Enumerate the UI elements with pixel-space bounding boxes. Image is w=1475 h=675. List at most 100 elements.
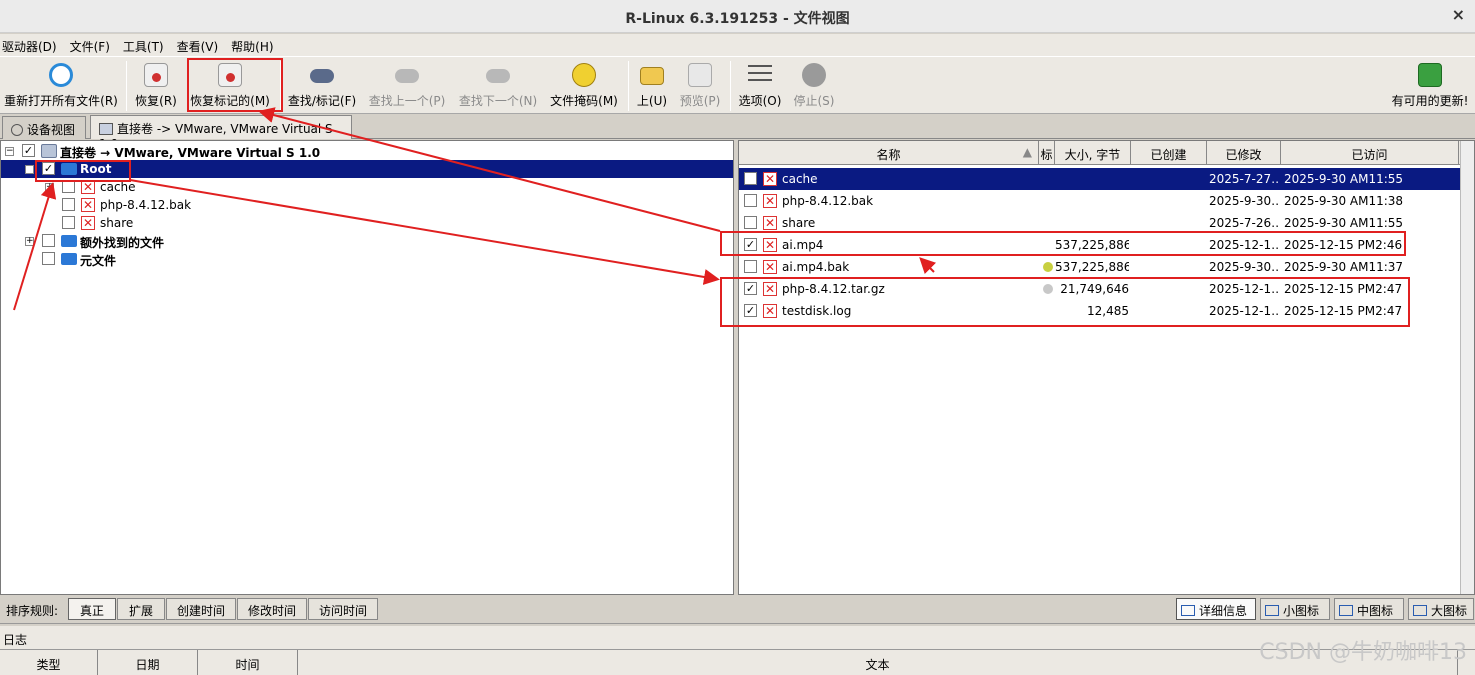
tree-item-volume[interactable]: − ✓ 直接卷 → VMware, VMware Virtual S 1.0 [1, 142, 733, 160]
folder-up-icon [640, 67, 664, 85]
sort-modified-button[interactable]: 修改时间 [237, 598, 307, 620]
share-checkbox[interactable] [62, 216, 75, 229]
meta-checkbox[interactable] [42, 252, 55, 265]
column-size[interactable]: 大小, 字节 [1055, 141, 1131, 165]
sort-ext-button[interactable]: 扩展 [117, 598, 165, 620]
folder-icon [61, 235, 77, 247]
stop-icon [802, 63, 826, 87]
tab-device-view[interactable]: 设备视图 [2, 116, 86, 139]
php-bak-label: php-8.4.12.bak [100, 198, 192, 212]
extra-label: 额外找到的文件 [80, 236, 165, 250]
preview-label: 预览(P) [679, 94, 721, 108]
app-window: R-Linux 6.3.191253 - 文件视图 × 驱动器(D) 文件(F)… [0, 0, 1475, 675]
medium-icons-icon [1339, 605, 1353, 616]
stop-button[interactable]: 停止(S) [790, 57, 838, 113]
file-row[interactable]: ✕ php-8.4.12.bak 2025-9-30… 2025-9-30 AM11:… [739, 190, 1460, 212]
file-name: cache [782, 172, 818, 186]
column-flag[interactable]: 标 [1039, 141, 1055, 165]
binoculars-next-icon [486, 69, 510, 83]
file-checkbox[interactable] [744, 216, 757, 229]
binoculars-icon [310, 69, 334, 83]
php-bak-checkbox[interactable] [62, 198, 75, 211]
find-mark-button[interactable]: 查找/标记(F) [286, 57, 358, 113]
file-name: php-8.4.12.bak [782, 194, 874, 208]
log-column-type[interactable]: 类型 [0, 650, 98, 675]
menu-file[interactable]: 文件(F) [68, 34, 112, 56]
column-name[interactable]: 名称 ▲ [739, 141, 1039, 165]
sort-bar: 排序规则: 真正 扩展 创建时间 修改时间 访问时间 详细信息 小图标 中图标 … [0, 596, 1475, 624]
recover-button[interactable]: 恢复(R) [132, 57, 180, 113]
file-mask-button[interactable]: 文件掩码(M) [548, 57, 620, 113]
file-checkbox[interactable] [744, 260, 757, 273]
sort-accessed-button[interactable]: 访问时间 [308, 598, 378, 620]
extra-checkbox[interactable] [42, 234, 55, 247]
up-button[interactable]: 上(U) [634, 57, 670, 113]
file-list-header: 名称 ▲ 标 大小, 字节 已创建 已修改 已访问 [739, 141, 1474, 165]
sliders-icon [748, 65, 772, 85]
tree-item-extra-found[interactable]: + 额外找到的文件 [1, 232, 733, 250]
file-row[interactable]: ✕ ai.mp4.bak 537,225,886 2025-9-30… 2025-9-3… [739, 256, 1460, 278]
find-next-label: 查找下一个(N) [458, 94, 538, 108]
details-view-icon [1181, 605, 1195, 616]
log-panel-title: 日志 [0, 626, 1475, 650]
recover-label: 恢复(R) [135, 94, 177, 108]
find-prev-button[interactable]: 查找上一个(P) [366, 57, 448, 113]
sort-real-button[interactable]: 真正 [68, 598, 116, 620]
view-tabs: 设备视图 直接卷 -> VMware, VMware Virtual S 1.0 [0, 114, 1475, 151]
file-row[interactable]: ✕ cache 2025-7-27… 2025-9-30 AM11:55 [739, 168, 1460, 190]
share-label: share [100, 216, 134, 230]
sort-created-button[interactable]: 创建时间 [166, 598, 236, 620]
log-column-time[interactable]: 时间 [198, 650, 298, 675]
menu-drive[interactable]: 驱动器(D) [0, 34, 59, 56]
file-name: share [782, 216, 816, 230]
volume-checkbox[interactable]: ✓ [22, 144, 35, 157]
tree-item-metafiles[interactable]: 元文件 [1, 250, 733, 268]
column-modified[interactable]: 已修改 [1207, 141, 1281, 165]
updates-button[interactable]: 有可用的更新! [1388, 57, 1472, 113]
sort-label: 排序规则: [6, 604, 59, 618]
watermark: CSDN @牛奶咖啡13 [1259, 640, 1467, 665]
file-modified: 2025-9-30… [1209, 194, 1279, 208]
file-accessed: 2025-9-30 AM11:38 [1284, 194, 1404, 208]
expand-icon[interactable]: + [45, 183, 54, 192]
info-icon [11, 124, 23, 136]
close-icon[interactable]: × [1452, 5, 1465, 24]
expand-icon[interactable]: + [25, 237, 34, 246]
column-created[interactable]: 已创建 [1131, 141, 1207, 165]
view-large-button[interactable]: 大图标 [1408, 598, 1474, 620]
file-checkbox[interactable] [744, 194, 757, 207]
find-next-button[interactable]: 查找下一个(N) [456, 57, 540, 113]
tab-device-view-label: 设备视图 [27, 123, 76, 137]
folder-icon [61, 253, 77, 265]
view-medium-button[interactable]: 中图标 [1334, 598, 1404, 620]
collapse-icon[interactable]: − [5, 147, 14, 156]
deleted-folder-icon: ✕ [81, 180, 95, 194]
log-column-date[interactable]: 日期 [98, 650, 198, 675]
preview-button[interactable]: 预览(P) [676, 57, 724, 113]
recover-icon [144, 63, 168, 87]
tree-item-share[interactable]: ✕ share [1, 214, 733, 232]
tree-item-php-bak[interactable]: ✕ php-8.4.12.bak [1, 196, 733, 214]
reopen-all-button[interactable]: 重新打开所有文件(R) [2, 57, 120, 113]
collapse-icon[interactable]: − [25, 165, 34, 174]
file-name: ai.mp4.bak [782, 260, 850, 274]
menu-tools[interactable]: 工具(T) [121, 34, 166, 56]
vertical-scrollbar[interactable] [1460, 141, 1474, 594]
deleted-file-icon: ✕ [763, 216, 777, 230]
menu-bar: 驱动器(D) 文件(F) 工具(T) 查看(V) 帮助(H) [0, 34, 1475, 56]
view-small-button[interactable]: 小图标 [1260, 598, 1330, 620]
column-accessed[interactable]: 已访问 [1281, 141, 1459, 165]
file-accessed: 2025-9-30 AM11:55 [1284, 216, 1404, 230]
options-button[interactable]: 选项(O) [736, 57, 784, 113]
file-checkbox[interactable] [744, 172, 757, 185]
menu-help[interactable]: 帮助(H) [229, 34, 275, 56]
tab-volume[interactable]: 直接卷 -> VMware, VMware Virtual S 1.0 [90, 115, 352, 151]
find-mark-label: 查找/标记(F) [287, 94, 357, 108]
menu-view[interactable]: 查看(V) [175, 34, 221, 56]
binoculars-prev-icon [395, 69, 419, 83]
deleted-file-icon: ✕ [763, 194, 777, 208]
view-details-button[interactable]: 详细信息 [1176, 598, 1256, 620]
volume-label: 直接卷 → VMware, VMware Virtual S 1.0 [60, 146, 321, 160]
reopen-all-label: 重新打开所有文件(R) [4, 94, 118, 108]
file-mask-icon [572, 63, 596, 87]
